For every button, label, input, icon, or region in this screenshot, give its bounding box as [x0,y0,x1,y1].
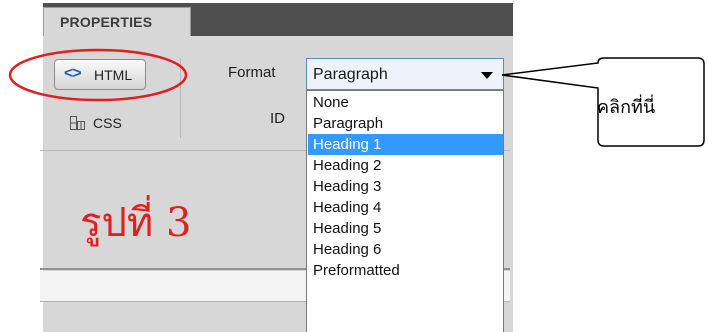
highlight-circle [8,48,188,102]
screenshot-stage: PROPERTIES <> HTML CSS Format ID Paragra… [0,0,708,332]
figure-caption: รูปที่ 3 [80,200,192,246]
annotation-overlay [8,48,705,147]
callout-text: คลิกที่นี่ [597,97,656,117]
